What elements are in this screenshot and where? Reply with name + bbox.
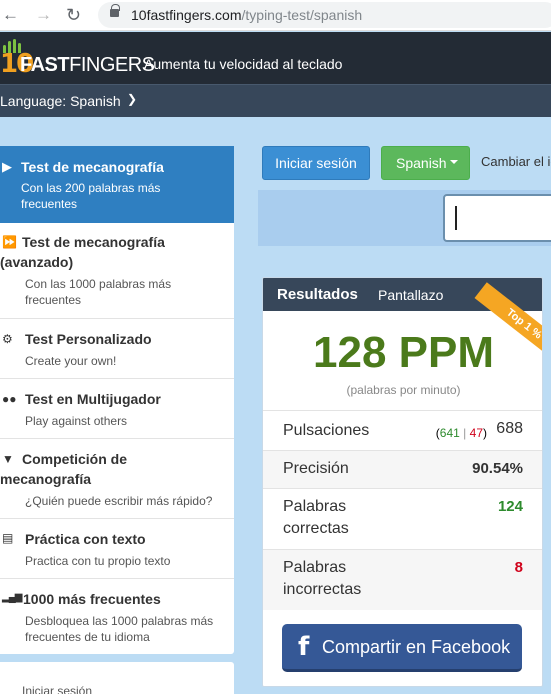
sidebar-item-desc: Play against others — [25, 414, 128, 428]
accuracy-label: Precisión — [283, 460, 349, 477]
logo-fast: FAST — [20, 54, 70, 76]
sidebar-item-custom-test[interactable]: ⚙ Test Personalizado Create your own! — [0, 319, 234, 379]
signal-bars-icon: ▂▄▆ — [2, 592, 22, 603]
wrong-words-row: Palabras incorrectas 8 — [263, 549, 542, 610]
play-icon: ▶ — [2, 159, 12, 174]
keystrokes-label: Pulsaciones — [283, 422, 370, 439]
site-header: 10 FASTFINGERS Aumenta tu velocidad al t… — [0, 32, 551, 84]
results-card: Resultados Pantallazo Top 1 % 128 PPM (p… — [262, 277, 543, 687]
sidebar-item-desc: Con las 1000 palabras más frecuentes — [25, 277, 172, 307]
accuracy-value: 90.54% — [472, 460, 523, 477]
address-bar[interactable]: 10fastfingers.com/typing-test/spanish — [98, 2, 551, 28]
language-dropdown-button[interactable]: Spanish — [381, 146, 470, 180]
change-language-link[interactable]: Cambiar el id — [481, 154, 551, 169]
forward-arrow-icon[interactable]: → — [35, 4, 52, 26]
site-tagline: Aumenta tu velocidad al teclado — [144, 56, 343, 72]
users-icon: ●● — [2, 392, 17, 406]
sidebar-item-desc: Con las 200 palabras más frecuentes — [21, 181, 161, 211]
language-bar: Language: Spanish ❯ — [0, 84, 551, 117]
text-cursor — [455, 206, 457, 230]
browser-toolbar: ← → ↻ 10fastfingers.com/typing-test/span… — [0, 0, 551, 31]
sidebar-login-link[interactable]: Iniciar sesión — [22, 684, 92, 694]
typing-input[interactable] — [443, 194, 551, 242]
sidebar-item-typing-test-advanced[interactable]: ⏩ Test de mecanografía (avanzado) Con la… — [0, 223, 234, 319]
lock-icon — [110, 4, 120, 17]
wrong-words-label: Palabras incorrectas — [283, 559, 362, 598]
gears-icon: ⚙ — [2, 332, 13, 346]
sidebar: ▶ Test de mecanografía Con las 200 palab… — [0, 146, 234, 654]
sidebar-item-multiplayer[interactable]: ●● Test en Multijugador Play against oth… — [0, 379, 234, 439]
sidebar-item-desc: Practica con tu propio texto — [25, 554, 171, 568]
login-button[interactable]: Iniciar sesión — [262, 146, 370, 180]
sidebar-item-title: Test de mecanografía — [21, 159, 164, 175]
sidebar-item-typing-test[interactable]: ▶ Test de mecanografía Con las 200 palab… — [0, 146, 234, 223]
correct-words-value: 124 — [497, 498, 523, 515]
url-domain: 10fastfingers.com — [131, 7, 242, 23]
sidebar-item-desc: ¿Quién puede escribir más rápido? — [25, 494, 213, 508]
reload-icon[interactable]: ↻ — [66, 4, 81, 26]
sidebar-item-text-practice[interactable]: ▤ Práctica con texto Practica con tu pro… — [0, 519, 234, 579]
correct-words-label: Palabras correctas — [283, 498, 349, 537]
language-dropdown-label: Spanish — [396, 155, 447, 171]
keystrokes-row: Pulsaciones (641 | 47) 688 — [263, 410, 542, 450]
sidebar-login-section: Iniciar sesión — [0, 662, 234, 694]
keystrokes-total: 688 — [496, 420, 523, 437]
sidebar-item-desc: Desbloquea las 1000 palabras más frecuen… — [25, 614, 214, 644]
chevron-down-icon[interactable]: ❯ — [127, 92, 137, 106]
sidebar-item-title: Test en Multijugador — [25, 391, 161, 407]
sidebar-item-title: Práctica con texto — [25, 531, 146, 547]
wpm-caption: (palabras por minuto) — [346, 383, 461, 397]
wpm-value: 128 PPM — [313, 328, 494, 377]
screenshot-tab[interactable]: Pantallazo — [378, 287, 443, 303]
keystrokes-wrong: 47 — [469, 426, 483, 440]
sidebar-item-title: Test Personalizado — [25, 331, 152, 347]
caret-down-icon — [450, 160, 458, 164]
logo-wordmark: FASTFINGERS — [20, 54, 155, 77]
wrong-words-value: 8 — [514, 559, 523, 576]
sidebar-item-top-1000[interactable]: ▂▄▆ 1000 más frecuentes Desbloquea las 1… — [0, 579, 234, 654]
keystrokes-separator: | — [463, 426, 467, 440]
share-facebook-button[interactable]: f Compartir en Facebook — [282, 624, 522, 672]
correct-words-row: Palabras correctas 124 — [263, 488, 542, 549]
language-selector[interactable]: Language: Spanish — [0, 93, 121, 109]
sidebar-item-competition[interactable]: ▼ Competición de mecanografía ¿Quién pue… — [0, 439, 234, 519]
keystrokes-correct: 641 — [439, 426, 460, 440]
logo-fingers: FINGERS — [69, 54, 155, 76]
url-path: /typing-test/spanish — [241, 7, 363, 23]
sidebar-item-title: Competición de mecanografía — [0, 451, 128, 487]
facebook-icon: f — [298, 632, 310, 662]
sidebar-item-title: Test de mecanografía (avanzado) — [0, 234, 165, 270]
back-arrow-icon[interactable]: ← — [2, 4, 19, 26]
url-text: 10fastfingers.com/typing-test/spanish — [131, 7, 362, 23]
accuracy-row: Precisión 90.54% — [263, 450, 542, 488]
sidebar-item-desc: Create your own! — [25, 354, 117, 368]
share-facebook-label: Compartir en Facebook — [322, 637, 511, 657]
results-title[interactable]: Resultados — [277, 286, 358, 303]
document-icon: ▤ — [2, 531, 14, 545]
sidebar-item-title: 1000 más frecuentes — [23, 591, 161, 607]
keystrokes-breakdown: (641 | 47) — [435, 426, 487, 440]
